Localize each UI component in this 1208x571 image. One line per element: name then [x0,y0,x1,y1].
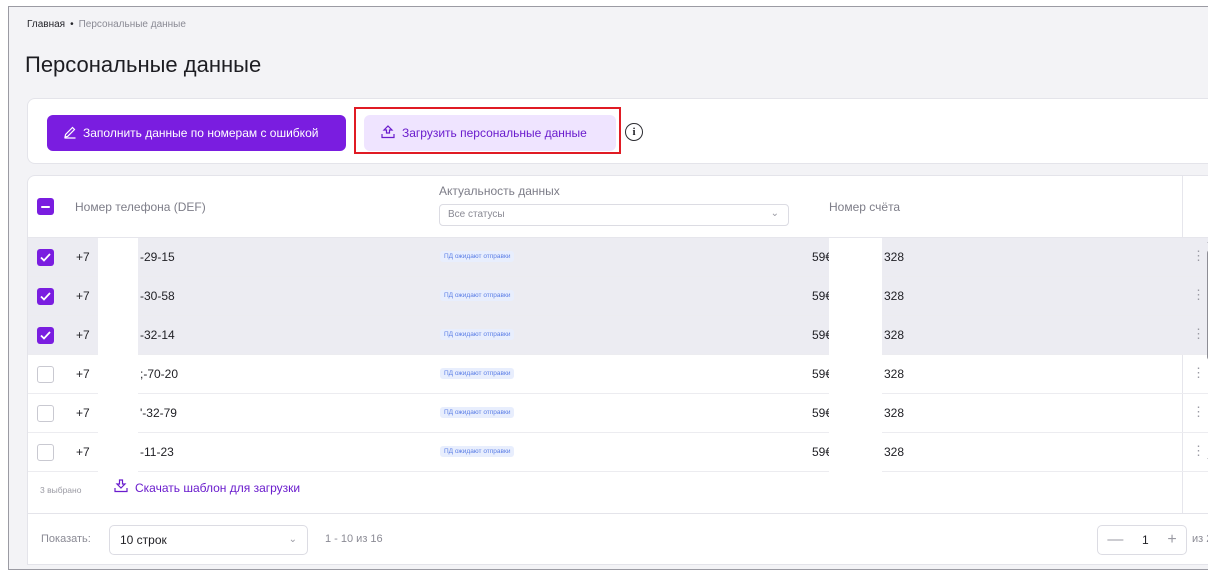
status-filter-value: Все статусы [448,209,505,220]
account-end: 328 [884,328,905,342]
redacted-block [829,433,882,472]
column-header-phone: Номер телефона (DEF) [75,200,206,214]
phone-prefix: +7 [76,328,90,342]
chevron-down-icon: ⌄ [288,534,297,545]
highlight-box [354,107,621,154]
toolbar: Заполнить данные по номерам с ошибкой За… [27,98,1208,164]
phone-prefix: +7 [76,445,90,459]
table-row[interactable]: +7 -11-23 ПД ожидают отправки 59€ 328 ⋮ [28,433,1208,472]
redacted-block [98,277,138,316]
phone-tail: -32-14 [140,328,175,342]
phone-tail: '-32-79 [140,406,177,420]
table-row[interactable]: +7 -29-15 ПД ожидают отправки 59€ 328 ⋮ [28,238,1208,277]
fill-errors-button[interactable]: Заполнить данные по номерам с ошибкой [47,115,346,151]
status-filter-select[interactable]: Все статусы ⌄ [439,204,789,226]
phone-prefix: +7 [76,406,90,420]
table-row[interactable]: +7 -32-14 ПД ожидают отправки 59€ 328 ⋮ [28,316,1208,355]
column-header-status: Актуальность данных [439,184,560,198]
breadcrumb-separator: • [70,19,74,30]
phone-prefix: +7 [76,367,90,381]
row-checkbox[interactable] [37,405,54,422]
status-badge: ПД ожидают отправки [440,329,515,340]
column-header-account: Номер счёта [829,200,901,214]
rows-per-page-select[interactable]: 10 строк ⌄ [109,525,308,555]
redacted-block [98,316,138,355]
rows-per-page-value: 10 строк [120,533,167,547]
status-badge: ПД ожидают отправки [440,446,515,457]
download-template-label: Скачать шаблон для загрузки [135,480,301,495]
page-title: Персональные данные [25,52,262,77]
redacted-block [829,316,882,355]
phone-tail: -30-58 [140,289,175,303]
row-checkbox[interactable] [37,288,54,305]
breadcrumb: Главная • Персональные данные [27,19,186,30]
redacted-block [98,394,138,433]
fill-errors-label: Заполнить данные по номерам с ошибкой [83,126,319,140]
table-row[interactable]: +7 ;-70-20 ПД ожидают отправки 59€ 328 ⋮ [28,355,1208,394]
row-checkbox[interactable] [37,327,54,344]
status-badge: ПД ожидают отправки [440,407,515,418]
row-checkbox[interactable] [37,444,54,461]
redacted-block [98,433,138,472]
checkmark-icon [40,331,51,340]
checkmark-icon [40,292,51,301]
phone-prefix: +7 [76,250,90,264]
redacted-block [829,277,882,316]
data-table: Номер телефона (DEF) Актуальность данных… [27,175,1208,515]
download-icon [113,479,129,496]
chevron-down-icon: ⌄ [770,208,779,219]
account-end: 328 [884,250,905,264]
phone-tail: -11-23 [140,445,174,459]
redacted-block [829,394,882,433]
redacted-block [829,238,882,277]
info-icon[interactable]: i [625,123,643,141]
selected-count: 3 выбрано [40,485,82,495]
table-header: Номер телефона (DEF) Актуальность данных… [28,176,1208,238]
page-stepper: — 1 + [1097,525,1187,555]
breadcrumb-home[interactable]: Главная [27,19,65,30]
account-end: 328 [884,406,905,420]
pagination-footer: Показать: 10 строк ⌄ 1 - 10 из 16 — 1 + … [27,513,1208,565]
phone-prefix: +7 [76,289,90,303]
next-page-button[interactable]: + [1167,531,1176,549]
vertical-scrollbar[interactable]: ▲ ▼ [1203,238,1208,466]
app-frame: Главная • Персональные данные Персональн… [8,6,1208,570]
account-end: 328 [884,289,905,303]
total-pages: из 2 [1192,533,1208,545]
redacted-block [829,355,882,394]
current-page[interactable]: 1 [1142,533,1149,547]
download-template-link[interactable]: Скачать шаблон для загрузки [113,479,300,496]
status-badge: ПД ожидают отправки [440,251,515,262]
breadcrumb-current: Персональные данные [78,19,186,30]
select-all-checkbox[interactable] [37,198,54,215]
pencil-icon [63,125,77,142]
show-label: Показать: [41,533,91,545]
row-checkbox[interactable] [37,249,54,266]
phone-tail: ;-70-20 [140,367,179,381]
status-badge: ПД ожидают отправки [440,368,515,379]
redacted-block [98,238,138,277]
status-badge: ПД ожидают отправки [440,290,515,301]
prev-page-button[interactable]: — [1107,531,1123,549]
redacted-block [98,355,138,394]
table-row[interactable]: +7 '-32-79 ПД ожидают отправки 59€ 328 ⋮ [28,394,1208,433]
account-end: 328 [884,445,905,459]
checkmark-icon [40,253,51,262]
phone-tail: -29-15 [140,250,175,264]
table-row[interactable]: +7 -30-58 ПД ожидают отправки 59€ 328 ⋮ [28,277,1208,316]
account-end: 328 [884,367,905,381]
row-checkbox[interactable] [37,366,54,383]
range-text: 1 - 10 из 16 [325,533,383,545]
